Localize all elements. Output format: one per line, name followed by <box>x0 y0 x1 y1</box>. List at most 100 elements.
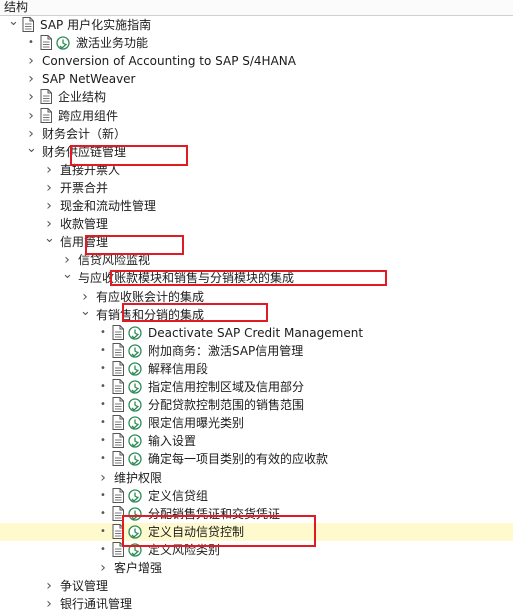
execute-clock-icon[interactable] <box>128 326 142 340</box>
tree-node-label[interactable]: 与应收账款模块和销售与分销模块的集成 <box>78 269 294 287</box>
tree-node-label[interactable]: 输入设置 <box>148 432 196 450</box>
tree-node-label[interactable]: 银行通讯管理 <box>60 595 132 613</box>
tree-node[interactable]: • 激活业务功能 <box>0 34 513 52</box>
tree-node-label[interactable]: 跨应用组件 <box>58 107 118 125</box>
tree-node[interactable]: ⌄ 信用管理 <box>0 232 513 251</box>
chevron-right-icon[interactable]: › <box>26 88 36 106</box>
tree-node-label[interactable]: SAP 用户化实施指南 <box>40 16 151 34</box>
documentation-icon[interactable] <box>112 397 124 413</box>
chevron-down-icon[interactable]: ⌄ <box>26 142 37 161</box>
chevron-down-icon[interactable]: ⌄ <box>44 232 55 251</box>
documentation-icon[interactable] <box>112 415 124 431</box>
tree-node-label[interactable]: 信用管理 <box>60 233 108 251</box>
chevron-right-icon[interactable]: › <box>44 179 54 197</box>
execute-clock-icon[interactable] <box>128 452 142 467</box>
tree-node[interactable]: › Conversion of Accounting to SAP S/4HANA <box>0 52 513 70</box>
chevron-right-icon[interactable]: › <box>44 197 54 215</box>
tree-node[interactable]: › 开票合并 <box>0 179 513 197</box>
documentation-icon[interactable] <box>112 342 124 358</box>
tree-node-label[interactable]: 财务会计（新） <box>42 125 126 143</box>
tree-node-label[interactable]: 开票合并 <box>60 179 108 197</box>
tree-node-label[interactable]: 解释信用段 <box>148 360 208 378</box>
tree-node[interactable]: • 附加商务：激活SAP信用管理 <box>0 342 513 360</box>
chevron-right-icon[interactable]: › <box>44 595 54 613</box>
documentation-icon[interactable] <box>112 541 124 557</box>
tree-node[interactable]: • 确定每一项目类别的有效的应收款 <box>0 450 513 468</box>
documentation-icon[interactable] <box>112 324 124 340</box>
tree-node-label[interactable]: 确定每一项目类别的有效的应收款 <box>148 450 328 468</box>
execute-clock-icon[interactable] <box>128 525 142 539</box>
tree-node-label[interactable]: 财务供应链管理 <box>42 143 126 161</box>
tree-node[interactable]: › 企业结构 <box>0 88 513 106</box>
tree-node-label[interactable]: 定义信贷组 <box>148 487 208 505</box>
documentation-icon[interactable] <box>112 451 124 467</box>
tree-node-label[interactable]: 客户增强 <box>114 559 162 577</box>
tree-node-label[interactable]: 有销售和分销的集成 <box>96 306 204 324</box>
tree-node[interactable]: • 定义自动信贷控制 <box>0 522 513 541</box>
documentation-icon[interactable] <box>40 35 52 51</box>
chevron-right-icon[interactable]: › <box>26 52 36 70</box>
documentation-icon[interactable] <box>112 523 124 539</box>
tree-node-label[interactable]: 企业结构 <box>58 88 106 106</box>
tree-node-label[interactable]: 定义风险类别 <box>148 541 220 559</box>
tree-node-label[interactable]: 分配贷款控制范围的销售范围 <box>148 396 304 414</box>
tree-node[interactable]: › 有应收账会计的集成 <box>0 288 513 306</box>
tree-node-label[interactable]: 信贷风险监视 <box>78 251 150 269</box>
tree-node-label[interactable]: 指定信用控制区域及信用部分 <box>148 378 304 396</box>
tree-node-label[interactable]: 现金和流动性管理 <box>60 197 156 215</box>
tree-node[interactable]: ⌄ 财务供应链管理 <box>0 142 513 161</box>
tree-node-label[interactable]: 有应收账会计的集成 <box>96 288 204 306</box>
documentation-icon[interactable] <box>112 379 124 394</box>
tree-node[interactable]: › 财务会计（新） <box>0 125 513 143</box>
tree-node[interactable]: › 现金和流动性管理 <box>0 197 513 215</box>
tree-node[interactable]: ⌄ SAP 用户化实施指南 <box>0 15 513 34</box>
tree-node[interactable]: › SAP NetWeaver <box>0 70 513 88</box>
documentation-icon[interactable] <box>22 17 34 32</box>
chevron-right-icon[interactable]: › <box>26 125 36 143</box>
tree-node-label[interactable]: 限定信用曝光类别 <box>148 414 244 432</box>
tree-node[interactable]: • 分配销售凭证和交货凭证 <box>0 505 513 523</box>
tree-node-label[interactable]: 维护权限 <box>114 469 162 487</box>
execute-clock-icon[interactable] <box>128 416 142 430</box>
tree-node-label[interactable]: 定义自动信贷控制 <box>148 523 244 541</box>
tree-node-label[interactable]: 争议管理 <box>60 577 108 595</box>
tree-node[interactable]: › 收款管理 <box>0 215 513 233</box>
documentation-icon[interactable] <box>112 505 124 521</box>
documentation-icon[interactable] <box>40 107 52 123</box>
execute-clock-icon[interactable] <box>128 380 142 394</box>
tree-node-label[interactable]: 激活业务功能 <box>76 34 148 52</box>
tree-node[interactable]: › 直接开票人 <box>0 161 513 179</box>
documentation-icon[interactable] <box>112 487 124 503</box>
tree-node[interactable]: • 指定信用控制区域及信用部分 <box>0 378 513 396</box>
tree-node-label[interactable]: 收款管理 <box>60 215 108 233</box>
execute-clock-icon[interactable] <box>128 543 142 557</box>
execute-clock-icon[interactable] <box>56 36 70 50</box>
tree-node[interactable]: • 限定信用曝光类别 <box>0 414 513 432</box>
tree-node[interactable]: › 争议管理 <box>0 577 513 595</box>
tree-node-label[interactable]: SAP NetWeaver <box>42 70 135 88</box>
tree-node-label[interactable]: 直接开票人 <box>60 161 120 179</box>
tree-node[interactable]: › 跨应用组件 <box>0 107 513 125</box>
execute-clock-icon[interactable] <box>128 362 142 376</box>
chevron-right-icon[interactable]: › <box>80 288 90 306</box>
tree-node[interactable]: › 客户增强 <box>0 559 513 577</box>
tree-node[interactable]: › 银行通讯管理 <box>0 595 513 613</box>
tree-node[interactable]: • 定义风险类别 <box>0 541 513 559</box>
chevron-down-icon[interactable]: ⌄ <box>62 268 73 287</box>
execute-clock-icon[interactable] <box>128 507 142 521</box>
chevron-right-icon[interactable]: › <box>44 577 54 595</box>
tree-node-label[interactable]: Deactivate SAP Credit Management <box>148 324 363 342</box>
tree-node-label[interactable]: Conversion of Accounting to SAP S/4HANA <box>42 52 296 70</box>
tree-node-label[interactable]: 分配销售凭证和交货凭证 <box>148 505 280 523</box>
tree-node[interactable]: ⌄ 有销售和分销的集成 <box>0 305 513 324</box>
execute-clock-icon[interactable] <box>128 398 142 412</box>
chevron-right-icon[interactable]: › <box>26 70 36 88</box>
tree-node[interactable]: › 维护权限 <box>0 469 513 487</box>
documentation-icon[interactable] <box>112 433 124 449</box>
execute-clock-icon[interactable] <box>128 488 142 503</box>
chevron-right-icon[interactable]: › <box>98 559 108 577</box>
execute-clock-icon[interactable] <box>128 344 142 358</box>
tree-node[interactable]: • Deactivate SAP Credit Management <box>0 324 513 342</box>
tree-node-label[interactable]: 附加商务：激活SAP信用管理 <box>148 342 303 360</box>
documentation-icon[interactable] <box>112 360 124 376</box>
